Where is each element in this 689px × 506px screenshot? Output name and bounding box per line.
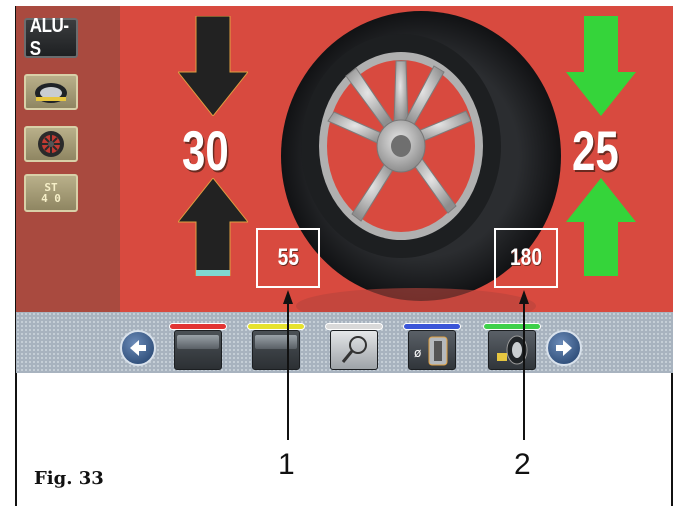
wheel-mount-icon (497, 335, 528, 365)
alu-s-mode-button[interactable]: ALU-S (24, 15, 78, 60)
left-up-arrow-icon (178, 178, 248, 276)
arrow-right-icon (556, 340, 572, 356)
tool-button-red[interactable] (169, 323, 227, 370)
tool-button-magnifier[interactable] (325, 323, 383, 370)
callout-1-label: 1 (278, 448, 295, 481)
left-position-value: 55 (277, 244, 299, 271)
right-weight-value: 25 (572, 119, 619, 182)
wheel-side-view-button[interactable] (24, 74, 78, 110)
magnifier-icon (341, 336, 367, 363)
left-down-arrow-icon (178, 16, 248, 116)
yellow-key-indicator (247, 323, 305, 330)
tool-button-wheel-mount[interactable] (483, 323, 541, 370)
st-label-line2: 4 0 (41, 192, 61, 205)
left-weight-value: 30 (182, 119, 229, 182)
red-key-indicator (169, 323, 227, 330)
rim-icon (38, 131, 64, 157)
white-key-indicator (325, 323, 383, 330)
left-position-box: 55 (256, 228, 320, 288)
right-position-box: 180 (494, 228, 558, 288)
blue-key-indicator (403, 323, 461, 330)
tool-button-yellow[interactable] (247, 323, 305, 370)
bottom-toolbar: ø (16, 312, 673, 373)
callout-2-label: 2 (514, 448, 531, 481)
wheel-front-view-button[interactable] (24, 126, 78, 162)
tool-button-rim-diameter[interactable]: ø (403, 323, 461, 370)
svg-text:ø: ø (414, 346, 421, 360)
arrow-left-icon (130, 340, 146, 356)
prev-page-button[interactable] (120, 330, 156, 366)
tool-blank-face (177, 335, 219, 349)
wheel-side-icon (35, 83, 67, 103)
tool-blank-face (255, 335, 297, 349)
right-position-value: 180 (509, 244, 543, 271)
sidebar: ALU-S ST 4 0 (16, 6, 120, 312)
balancer-screen: ALU-S ST 4 0 30 25 55 180 ø (16, 6, 673, 373)
mode-label: ALU-S (29, 15, 69, 60)
st40-button[interactable]: ST 4 0 (24, 174, 78, 212)
next-page-button[interactable] (546, 330, 582, 366)
right-down-arrow-icon (566, 16, 636, 116)
rim-diameter-icon: ø (414, 336, 448, 366)
figure-caption: Fig. 33 (34, 468, 104, 489)
right-up-arrow-icon (566, 178, 636, 276)
green-key-indicator (483, 323, 541, 330)
